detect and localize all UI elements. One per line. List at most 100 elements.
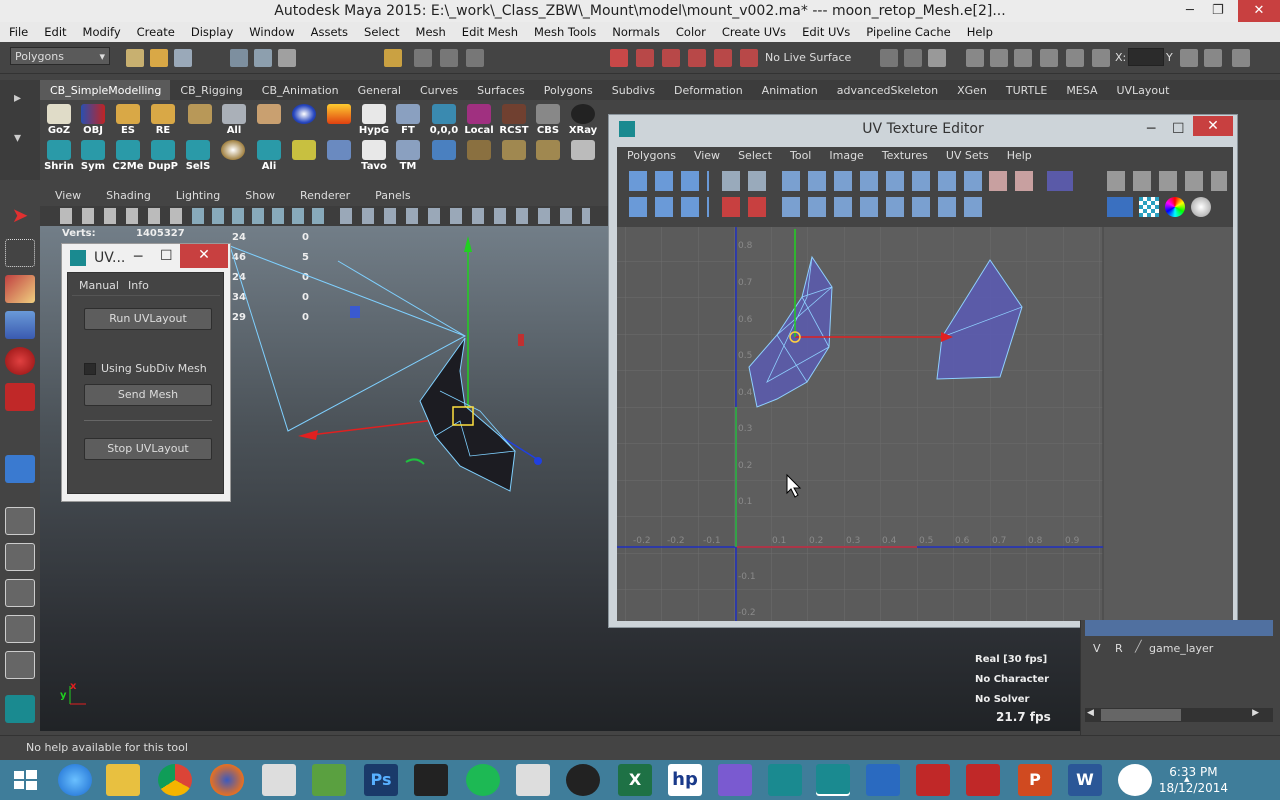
snap-point-icon[interactable] <box>440 49 458 67</box>
zbrush-icon[interactable] <box>262 764 296 796</box>
camera-tools-icon[interactable] <box>60 208 200 224</box>
menu-window[interactable]: Window <box>240 22 301 42</box>
globe-shelf-button[interactable] <box>428 140 460 172</box>
minimize-icon[interactable]: ─ <box>1147 115 1155 143</box>
uv-menu-tool[interactable]: Tool <box>780 147 819 165</box>
panels-icon[interactable] <box>1204 49 1222 67</box>
tab-cb-rigging[interactable]: CB_Rigging <box>170 80 251 100</box>
shelf-tabs-icon[interactable]: ▾ <box>14 130 21 146</box>
render-icon[interactable] <box>636 49 654 67</box>
scroll-right-icon[interactable]: ▶ <box>1252 708 1259 718</box>
maya-lt-icon[interactable] <box>768 764 802 796</box>
tab-mesa[interactable]: MESA <box>1056 80 1106 100</box>
uv-image-toggle-icon[interactable] <box>1047 171 1073 191</box>
run-uvlayout-button[interactable]: Run UVLayout <box>84 308 212 330</box>
tab-cb-simplemodelling[interactable]: CB_SimpleModelling <box>40 80 171 100</box>
single-perspective-layout-icon[interactable] <box>5 507 35 535</box>
minimize-icon[interactable]: ─ <box>1186 0 1194 22</box>
save-scene-icon[interactable] <box>174 49 192 67</box>
uv-grid-canvas[interactable]: -0.2 -0.2 -0.1 0.1 0.2 0.3 0.4 0.5 0.6 0… <box>617 227 1233 621</box>
uv-transform-tools-icon[interactable] <box>629 197 709 217</box>
word-icon[interactable]: W <box>1068 764 1102 796</box>
tab-uvlayout[interactable]: UVLayout <box>1106 80 1178 100</box>
layer-row-selected[interactable] <box>1085 620 1273 636</box>
pillars-shelf-button[interactable] <box>498 140 530 172</box>
select-hierarchy-icon[interactable] <box>230 49 248 67</box>
snap-curve-icon[interactable] <box>414 49 432 67</box>
unreal-engine-icon[interactable] <box>1118 764 1152 796</box>
blocks-shelf-button[interactable] <box>532 140 564 172</box>
snap-view-icon[interactable] <box>466 49 484 67</box>
select-object-icon[interactable] <box>254 49 272 67</box>
x-coordinate-field[interactable] <box>1128 48 1164 66</box>
uvlayout-menu-manual[interactable]: Manual <box>79 279 119 292</box>
sphere-shelf-button[interactable] <box>288 104 320 136</box>
shader-ball-shelf-button[interactable] <box>217 140 249 172</box>
vp-menu-shading[interactable]: Shading <box>91 186 161 206</box>
paint-select-tool-icon[interactable] <box>5 275 35 303</box>
vp-menu-renderer[interactable]: Renderer <box>285 186 360 206</box>
maya-icon[interactable] <box>816 764 850 796</box>
tab-cb-animation[interactable]: CB_Animation <box>252 80 348 100</box>
powerpoint-icon[interactable]: P <box>1018 764 1052 796</box>
open-scene-icon[interactable] <box>150 49 168 67</box>
uv-align-tools-icon[interactable] <box>782 197 982 217</box>
scale-tool-icon[interactable] <box>5 383 35 411</box>
move-tool-icon[interactable] <box>5 311 35 339</box>
sym-shelf-button[interactable]: Sym <box>77 140 109 172</box>
shelf-menu-icon[interactable]: ▸ <box>14 90 21 106</box>
ali-shelf-button[interactable]: Ali <box>253 140 285 172</box>
tm-shelf-button[interactable]: TM <box>392 140 424 172</box>
shrink-shelf-button[interactable]: Shrin <box>43 140 75 172</box>
four-view-layout-icon[interactable] <box>5 543 35 571</box>
cbs-shelf-button[interactable]: CBS <box>532 104 564 136</box>
photoshop-icon[interactable]: Ps <box>364 764 398 796</box>
uv-menu-polygons[interactable]: Polygons <box>617 147 684 165</box>
show-manipulator-icon[interactable] <box>5 455 35 483</box>
restore-icon[interactable]: ❐ <box>1212 0 1224 22</box>
spotify-icon[interactable] <box>466 764 500 796</box>
tool-settings-icon[interactable] <box>990 49 1008 67</box>
rcst-shelf-button[interactable]: RCST <box>498 104 530 136</box>
xray-shelf-button[interactable]: XRay <box>567 104 599 136</box>
menu-mesh-tools[interactable]: Mesh Tools <box>525 22 603 42</box>
maximize-icon[interactable]: ☐ <box>1172 115 1185 143</box>
absolute-transform-icon[interactable] <box>1092 49 1110 67</box>
cinema-app-icon[interactable] <box>516 764 550 796</box>
uv-menu-view[interactable]: View <box>684 147 728 165</box>
uv-shaded-icon[interactable] <box>1107 197 1133 217</box>
stop-uvlayout-button[interactable]: Stop UVLayout <box>84 438 212 460</box>
firefox-icon[interactable] <box>210 764 244 796</box>
skull-app-icon[interactable] <box>566 764 600 796</box>
send-mesh-button[interactable]: Send Mesh <box>84 384 212 406</box>
color-wheel-icon[interactable] <box>1165 197 1185 217</box>
uv-layout-tools-icon[interactable] <box>782 171 982 191</box>
menu-display[interactable]: Display <box>182 22 240 42</box>
transform-icon[interactable] <box>880 49 898 67</box>
tab-turtle[interactable]: TURTLE <box>996 80 1056 100</box>
rb-app-icon[interactable] <box>866 764 900 796</box>
menuset-dropdown[interactable]: Polygons ▾ <box>10 47 110 65</box>
dots-shelf-button[interactable] <box>288 140 320 172</box>
select-tool-icon[interactable]: ➤ <box>5 203 35 231</box>
workspace-icon[interactable] <box>1232 49 1250 67</box>
ipr-render-icon[interactable] <box>662 49 680 67</box>
menu-select[interactable]: Select <box>355 22 406 42</box>
menu-help[interactable]: Help <box>958 22 1000 42</box>
tab-polygons[interactable]: Polygons <box>534 80 602 100</box>
tab-surfaces[interactable]: Surfaces <box>467 80 534 100</box>
all-shelf-button[interactable]: All <box>218 104 250 136</box>
uv-menu-uv-sets[interactable]: UV Sets <box>936 147 997 165</box>
hypershade-icon[interactable] <box>714 49 732 67</box>
tab-curves[interactable]: Curves <box>410 80 467 100</box>
persp-outliner-layout-icon[interactable] <box>5 579 35 607</box>
channel-box-icon[interactable] <box>1014 49 1032 67</box>
graph-layout-icon[interactable] <box>5 615 35 643</box>
rotate-tool-icon[interactable] <box>5 347 35 375</box>
internet-explorer-icon[interactable] <box>58 764 92 796</box>
hypershade-layout-icon[interactable] <box>5 651 35 679</box>
display-toggles-icon[interactable] <box>192 208 332 224</box>
tab-general[interactable]: General <box>348 80 410 100</box>
menu-edit[interactable]: Edit <box>35 22 73 42</box>
goz-shelf-button[interactable]: GoZ <box>43 104 75 136</box>
